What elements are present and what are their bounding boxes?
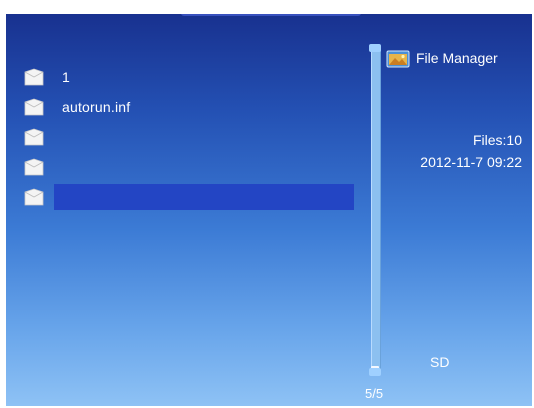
file-manager-window: 1 autorun.inf 5/5 File Manager Files:10 … <box>6 14 532 406</box>
file-icon <box>24 128 44 146</box>
page-counter: 5/5 <box>365 386 384 401</box>
file-row-4[interactable] <box>20 182 356 212</box>
scroll-down-cap[interactable] <box>369 368 381 376</box>
file-list: 1 autorun.inf <box>20 62 356 212</box>
scroll-up-cap[interactable] <box>369 44 381 52</box>
file-row-3[interactable] <box>20 152 356 182</box>
files-count: Files:10 <box>472 132 522 148</box>
file-name: autorun.inf <box>62 99 131 115</box>
file-name: 1 <box>62 69 70 85</box>
file-icon <box>24 68 44 86</box>
storage-label: SD <box>430 354 450 370</box>
file-icon <box>24 158 44 176</box>
selection-highlight <box>54 184 354 210</box>
app-title: File Manager <box>416 50 498 66</box>
file-icon <box>24 98 44 116</box>
panel-title: File Manager <box>386 48 498 68</box>
file-row-1[interactable]: autorun.inf <box>20 92 356 122</box>
datetime: 2012-11-7 09:22 <box>420 154 522 170</box>
file-row-2[interactable] <box>20 122 356 152</box>
folder-picture-icon <box>386 48 410 68</box>
file-icon <box>24 188 44 206</box>
top-band-decoration <box>181 14 361 16</box>
screen: 1 autorun.inf 5/5 File Manager Files:10 … <box>0 0 534 408</box>
scrollbar-track[interactable] <box>371 48 381 374</box>
file-row-0[interactable]: 1 <box>20 62 356 92</box>
